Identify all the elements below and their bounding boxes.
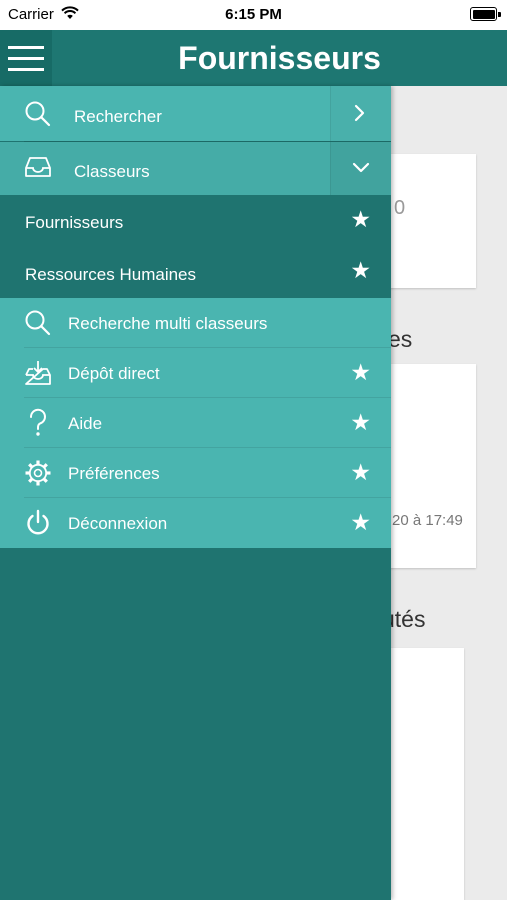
section-title: es xyxy=(388,326,413,352)
hamburger-menu-button[interactable] xyxy=(0,30,52,86)
download-tray-icon xyxy=(24,360,52,391)
chevron-down-icon xyxy=(351,161,371,180)
drawer-menu-list: Recherche multi classeurs Dépôt direct ★… xyxy=(0,298,391,548)
star-icon[interactable]: ★ xyxy=(350,461,371,484)
classeur-item-ressources-humaines[interactable]: Ressources Humaines ★ xyxy=(0,246,391,298)
drawer-item-label: Classeurs xyxy=(74,162,150,181)
status-bar: Carrier 6:15 PM xyxy=(0,0,507,30)
battery-icon xyxy=(470,7,501,21)
drawer-item-label: Aide xyxy=(68,414,103,433)
search-icon xyxy=(24,100,52,133)
drawer-item-label: Dépôt direct xyxy=(68,364,160,383)
drawer-item-label: Recherche multi classeurs xyxy=(68,314,268,333)
card-value: 0 xyxy=(394,197,406,219)
inbox-tray-icon xyxy=(24,155,52,184)
classeur-item-label: Fournisseurs xyxy=(25,213,124,232)
card-timestamp: 20 à 17:49 xyxy=(392,512,463,529)
drawer-item-rechercher[interactable]: Rechercher xyxy=(0,86,391,141)
drawer-item-deconnexion[interactable]: Déconnexion ★ xyxy=(0,498,391,548)
drawer-item-preferences[interactable]: Préférences ★ xyxy=(0,448,391,498)
star-icon[interactable]: ★ xyxy=(350,361,371,384)
classeur-item-fournisseurs[interactable]: Fournisseurs ★ xyxy=(0,195,391,246)
side-drawer: Rechercher Classeurs Fournisseurs ★ Ress… xyxy=(0,86,391,900)
power-icon xyxy=(24,509,52,542)
page-title: Fournisseurs xyxy=(178,40,381,76)
gear-icon xyxy=(24,459,52,492)
classeur-item-label: Ressources Humaines xyxy=(25,265,197,284)
star-icon[interactable]: ★ xyxy=(350,208,371,231)
drawer-item-recherche-multi[interactable]: Recherche multi classeurs xyxy=(0,298,391,348)
hamburger-icon xyxy=(8,45,44,49)
drawer-item-depot-direct[interactable]: Dépôt direct ★ xyxy=(0,348,391,398)
drawer-item-label: Préférences xyxy=(68,464,160,483)
collapse-button[interactable] xyxy=(330,142,391,195)
star-icon[interactable]: ★ xyxy=(350,411,371,434)
search-icon xyxy=(24,309,52,342)
chevron-right-icon xyxy=(353,103,367,128)
star-icon[interactable]: ★ xyxy=(350,259,371,282)
question-icon xyxy=(26,408,50,443)
nav-bar: Fournisseurs xyxy=(0,30,507,86)
drawer-item-label: Déconnexion xyxy=(68,514,168,533)
clock: 6:15 PM xyxy=(225,6,282,23)
drawer-item-label: Rechercher xyxy=(74,107,162,126)
drawer-item-classeurs[interactable]: Classeurs xyxy=(0,142,391,195)
drawer-item-aide[interactable]: Aide ★ xyxy=(0,398,391,448)
star-icon[interactable]: ★ xyxy=(350,511,371,534)
expand-button[interactable] xyxy=(330,86,391,141)
